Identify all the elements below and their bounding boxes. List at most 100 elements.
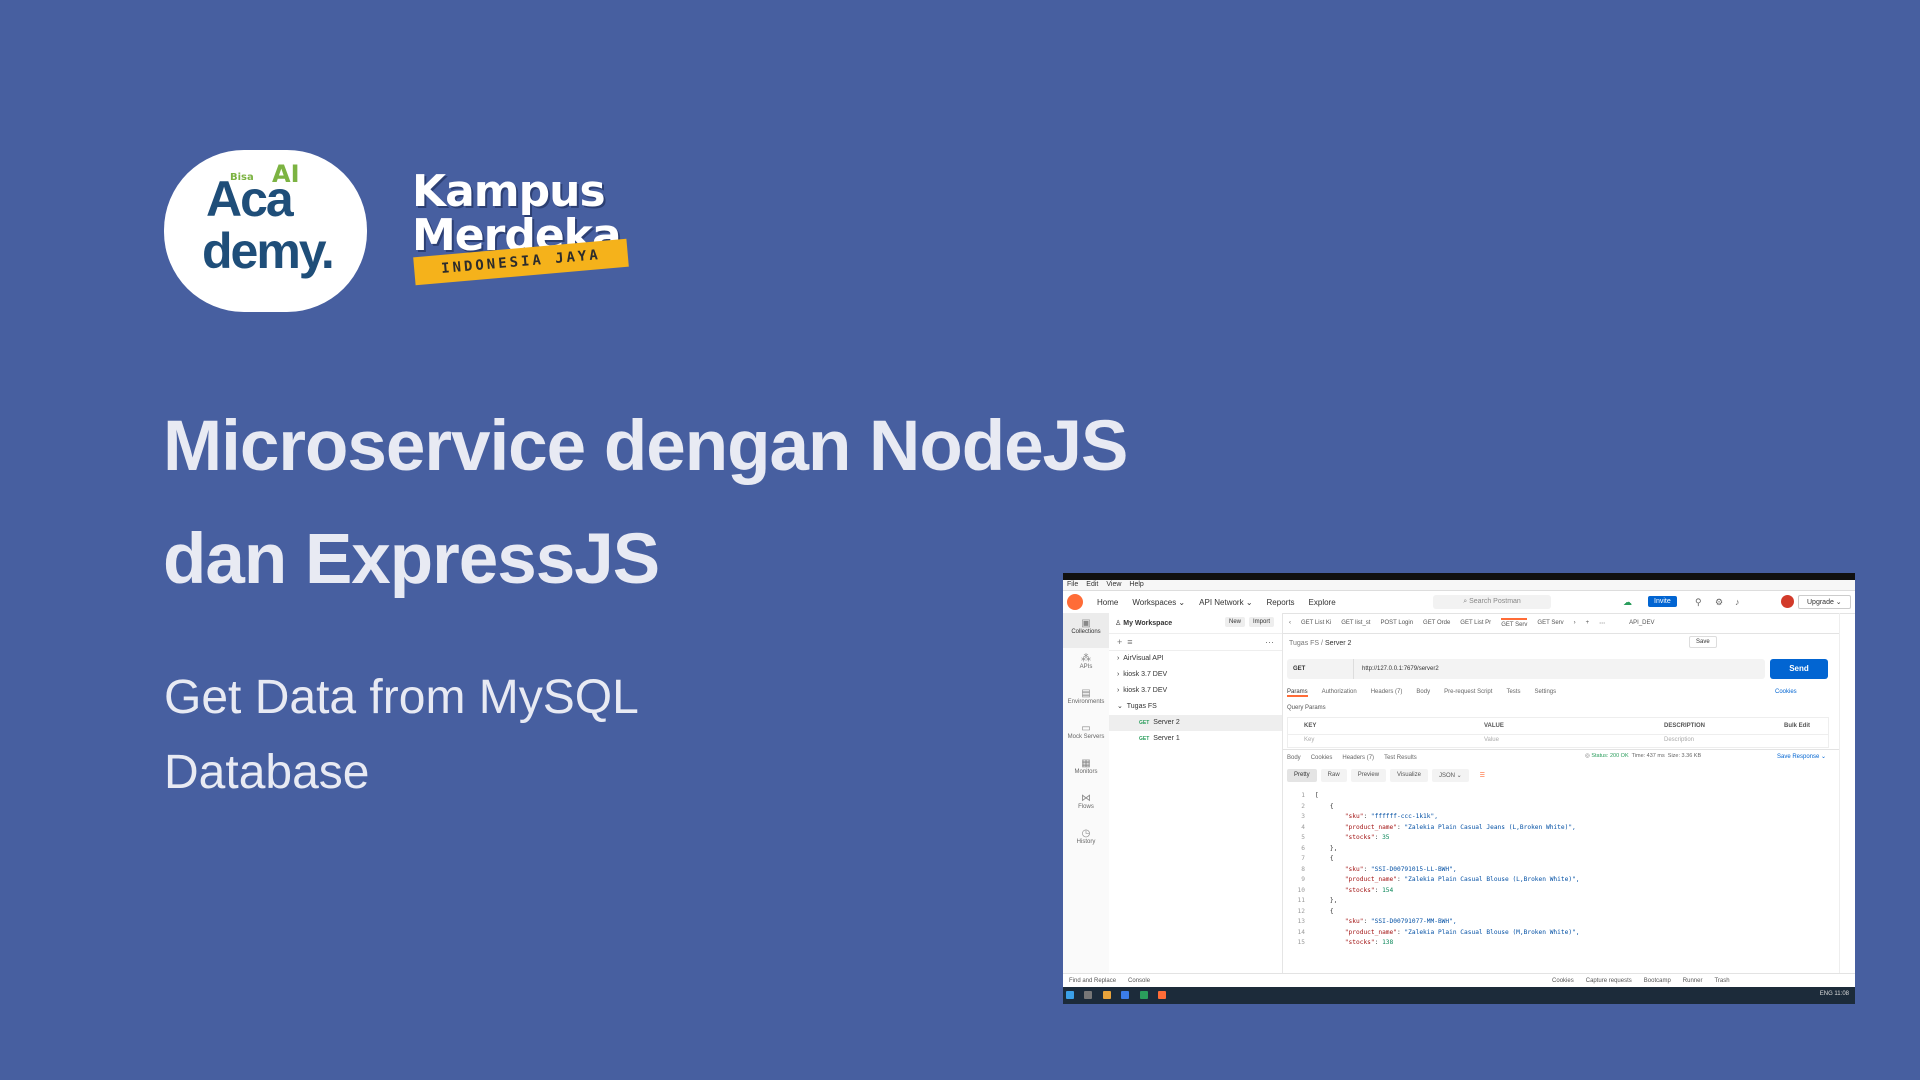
satellite-icon[interactable]: ⚲ [1695, 597, 1702, 608]
tab-request[interactable]: GET List Ki [1301, 620, 1331, 626]
taskbar-app-icon[interactable] [1102, 991, 1111, 999]
res-tab-body[interactable]: Body [1287, 755, 1301, 761]
tree-label: AirVisual API [1123, 655, 1164, 662]
environment-select[interactable]: API_DEV [1629, 620, 1654, 626]
rail-mock-servers[interactable]: ▭ Mock Servers [1063, 718, 1109, 753]
nav-reports[interactable]: Reports [1267, 598, 1295, 607]
json-key: "sku" [1344, 813, 1364, 820]
import-button[interactable]: Import [1249, 617, 1275, 627]
workspace-name[interactable]: My Workspace [1123, 620, 1172, 627]
find-replace[interactable]: Find and Replace [1069, 974, 1116, 987]
tab-request[interactable]: GET List Pr [1460, 620, 1491, 626]
value-input[interactable]: Value [1484, 733, 1664, 747]
search-input[interactable]: ⌕ Search Postman [1433, 595, 1551, 609]
column-key: KEY [1304, 723, 1317, 729]
menu-help[interactable]: Help [1129, 580, 1143, 590]
view-preview[interactable]: Preview [1350, 769, 1387, 782]
tab-authorization[interactable]: Authorization [1322, 689, 1357, 697]
more-icon[interactable]: ⋯ [1265, 634, 1274, 650]
tab-body[interactable]: Body [1416, 689, 1430, 697]
cookies-link[interactable]: Cookies [1775, 689, 1797, 695]
rail-environments[interactable]: ▤ Environments [1063, 683, 1109, 718]
trash[interactable]: Trash [1714, 974, 1729, 987]
code-line: 1[ [1283, 791, 1823, 802]
gear-icon[interactable]: ⚙ [1715, 597, 1723, 608]
send-button[interactable]: Send [1770, 659, 1828, 679]
rail-flows[interactable]: ⋈ Flows [1063, 788, 1109, 823]
rail-collections[interactable]: ▣ Collections [1063, 613, 1109, 648]
bell-icon[interactable]: ♪ [1735, 597, 1740, 607]
description-input[interactable]: Description [1664, 733, 1694, 747]
tab-settings[interactable]: Settings [1534, 689, 1556, 697]
tree-item-airvisual[interactable]: › AirVisual API [1109, 651, 1282, 667]
invite-button[interactable]: Invite [1648, 596, 1677, 607]
menu-edit[interactable]: Edit [1086, 580, 1098, 590]
method-select[interactable]: GET [1287, 659, 1354, 679]
taskbar-postman-icon[interactable] [1158, 991, 1167, 999]
tab-request-active[interactable]: GET Serv [1501, 618, 1528, 628]
add-icon[interactable]: + [1117, 637, 1122, 647]
menu-file[interactable]: File [1067, 580, 1078, 590]
rail-label: Mock Servers [1067, 734, 1105, 740]
taskbar-app-icon[interactable] [1121, 991, 1130, 999]
windows-start-icon[interactable] [1066, 991, 1074, 999]
tree-request-server1[interactable]: GET Server 1 [1109, 731, 1282, 747]
line-number: 12 [1297, 907, 1305, 915]
tab-request[interactable]: GET list_st [1341, 620, 1370, 626]
url-input[interactable]: http://127.0.0.1:7679/server2 [1354, 666, 1439, 672]
tab-params[interactable]: Params [1287, 689, 1308, 697]
menu-view[interactable]: View [1106, 580, 1121, 590]
rail-apis[interactable]: ⁂ APIs [1063, 648, 1109, 683]
wrap-icon[interactable]: ☰ [1473, 769, 1492, 782]
tab-prev-icon[interactable]: ‹ [1289, 620, 1291, 626]
res-tab-cookies[interactable]: Cookies [1311, 755, 1333, 761]
nav-api-network[interactable]: API Network ⌄ [1199, 598, 1252, 607]
new-button[interactable]: New [1225, 617, 1246, 627]
view-raw[interactable]: Raw [1320, 769, 1347, 782]
upgrade-button[interactable]: Upgrade ⌄ [1798, 595, 1851, 609]
new-tab-icon[interactable]: + [1586, 620, 1590, 626]
nav-explore[interactable]: Explore [1309, 598, 1336, 607]
tab-request[interactable]: POST Login [1380, 620, 1413, 626]
response-time: Time: 437 ms [1631, 753, 1665, 759]
tabs-more-icon[interactable]: ⋯ [1599, 620, 1605, 627]
view-pretty[interactable]: Pretty [1287, 769, 1317, 782]
taskbar-search-icon[interactable] [1084, 991, 1093, 999]
capture-requests[interactable]: Capture requests [1586, 974, 1632, 987]
nav-home[interactable]: Home [1097, 598, 1118, 607]
key-input[interactable]: Key [1288, 733, 1484, 747]
tab-request[interactable]: GET Orde [1423, 620, 1450, 626]
tab-prerequest[interactable]: Pre-request Script [1444, 689, 1492, 697]
chevron-right-icon: › [1117, 687, 1120, 694]
res-tab-tests[interactable]: Test Results [1384, 755, 1417, 761]
status-cookies[interactable]: Cookies [1552, 974, 1574, 987]
tree-item-kiosk-1[interactable]: › kiosk 3.7 DEV [1109, 667, 1282, 683]
save-response-button[interactable]: Save Response ⌄ [1777, 753, 1826, 760]
taskbar-app-icon[interactable] [1139, 991, 1148, 999]
tab-headers[interactable]: Headers (7) [1371, 689, 1403, 697]
bootcamp[interactable]: Bootcamp [1644, 974, 1671, 987]
filter-icon[interactable]: ≡ [1127, 637, 1132, 647]
tab-tests[interactable]: Tests [1506, 689, 1520, 697]
save-button[interactable]: Save [1689, 636, 1717, 648]
nav-workspaces[interactable]: Workspaces ⌄ [1132, 598, 1185, 607]
bulk-edit-button[interactable]: Bulk Edit [1784, 718, 1810, 734]
tree-request-server2[interactable]: GET Server 2 [1109, 715, 1282, 731]
line-number: 1 [1301, 792, 1305, 799]
breadcrumb-parent[interactable]: Tugas FS [1289, 640, 1319, 647]
tab-next-icon[interactable]: › [1574, 620, 1576, 626]
rail-monitors[interactable]: ▦ Monitors [1063, 753, 1109, 788]
tree-item-tugas-fs[interactable]: ⌄ Tugas FS [1109, 699, 1282, 715]
tree-item-kiosk-2[interactable]: › kiosk 3.7 DEV [1109, 683, 1282, 699]
avatar[interactable] [1781, 595, 1794, 608]
runner[interactable]: Runner [1683, 974, 1703, 987]
tab-request[interactable]: GET Serv [1537, 620, 1563, 626]
console[interactable]: Console [1128, 974, 1150, 987]
sync-icon[interactable]: ☁ [1623, 597, 1632, 608]
rail-history[interactable]: ◷ History [1063, 823, 1109, 858]
view-visualize[interactable]: Visualize [1390, 769, 1428, 782]
postman-logo-icon[interactable] [1067, 594, 1083, 610]
response-body[interactable]: 1[2 {3 "sku": "ffffff-ccc-1k1k", 4 "produ… [1283, 791, 1823, 971]
res-tab-headers[interactable]: Headers (7) [1342, 755, 1374, 761]
format-select[interactable]: JSON ⌄ [1431, 769, 1469, 782]
